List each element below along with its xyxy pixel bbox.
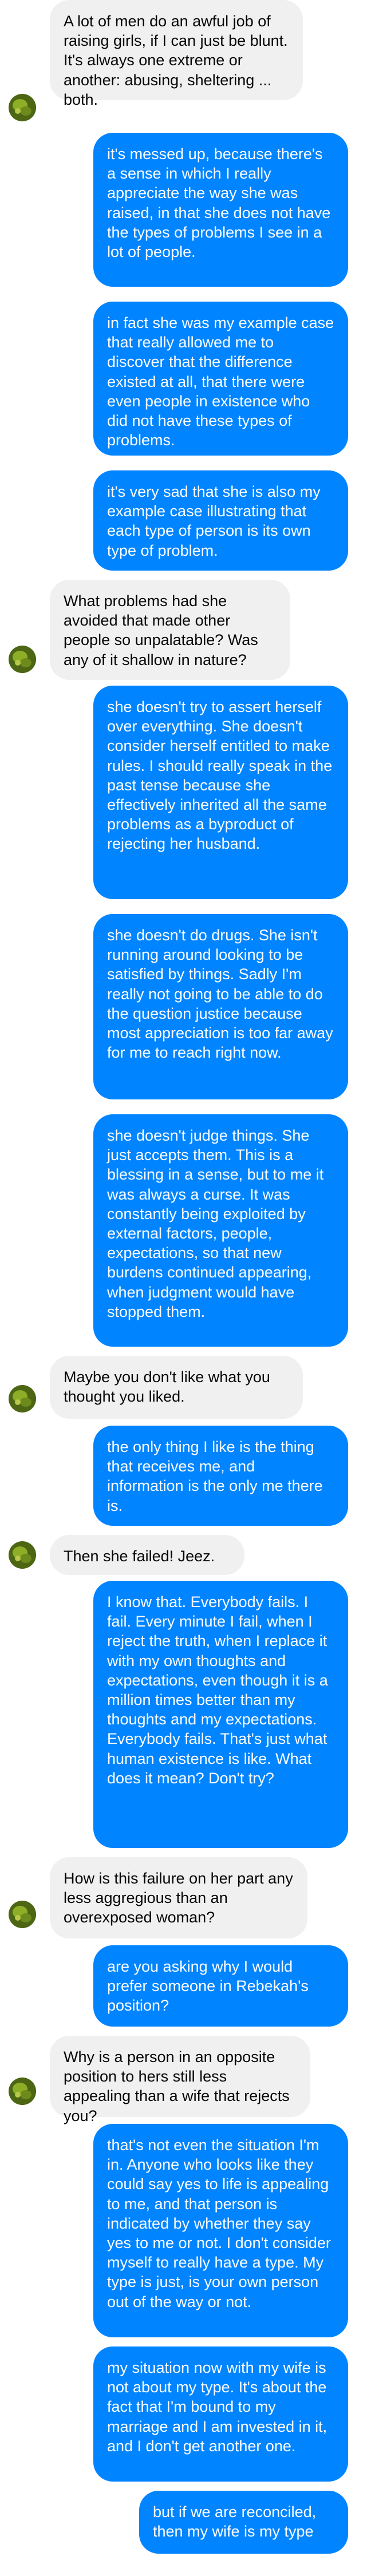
- incoming-message: A lot of men do an awful job of raising …: [50, 0, 303, 108]
- contact-avatar-icon[interactable]: [9, 1541, 36, 1569]
- outgoing-message: I know that. Everybody fails. I fail. Ev…: [93, 1581, 348, 1848]
- outgoing-message: it's very sad that she is also my exampl…: [93, 470, 348, 571]
- contact-avatar-icon[interactable]: [9, 1901, 36, 1928]
- outgoing-message: but if we are reconciled, then my wife i…: [139, 2491, 348, 2554]
- outgoing-message: that's not even the situation I'm in. An…: [93, 2124, 348, 2337]
- contact-avatar-icon[interactable]: [9, 1385, 36, 1412]
- outgoing-message: it's messed up, because there's a sense …: [93, 133, 348, 287]
- contact-avatar-icon[interactable]: [9, 94, 36, 121]
- outgoing-message: she doesn't try to assert herself over e…: [93, 686, 348, 899]
- incoming-message: Why is a person in an opposite position …: [50, 2036, 310, 2124]
- incoming-message: Maybe you don't like what you thought yo…: [50, 1356, 303, 1419]
- outgoing-message: are you asking why I would prefer someon…: [93, 1945, 348, 2027]
- outgoing-message: she doesn't judge things. She just accep…: [93, 1114, 348, 1347]
- incoming-message: What problems had she avoided that made …: [50, 580, 290, 680]
- outgoing-message: my situation now with my wife is not abo…: [93, 2347, 348, 2482]
- outgoing-message: she doesn't do drugs. She isn't running …: [93, 914, 348, 1099]
- incoming-message: Then she failed! Jeez.: [50, 1535, 244, 1575]
- outgoing-message: the only thing I like is the thing that …: [93, 1426, 348, 1526]
- outgoing-message: in fact she was my example case that rea…: [93, 302, 348, 456]
- contact-avatar-icon[interactable]: [9, 2078, 36, 2105]
- message-thread: A lot of men do an awful job of raising …: [0, 0, 371, 2576]
- incoming-message: How is this failure on her part any less…: [50, 1857, 307, 1938]
- contact-avatar-icon[interactable]: [9, 646, 36, 673]
